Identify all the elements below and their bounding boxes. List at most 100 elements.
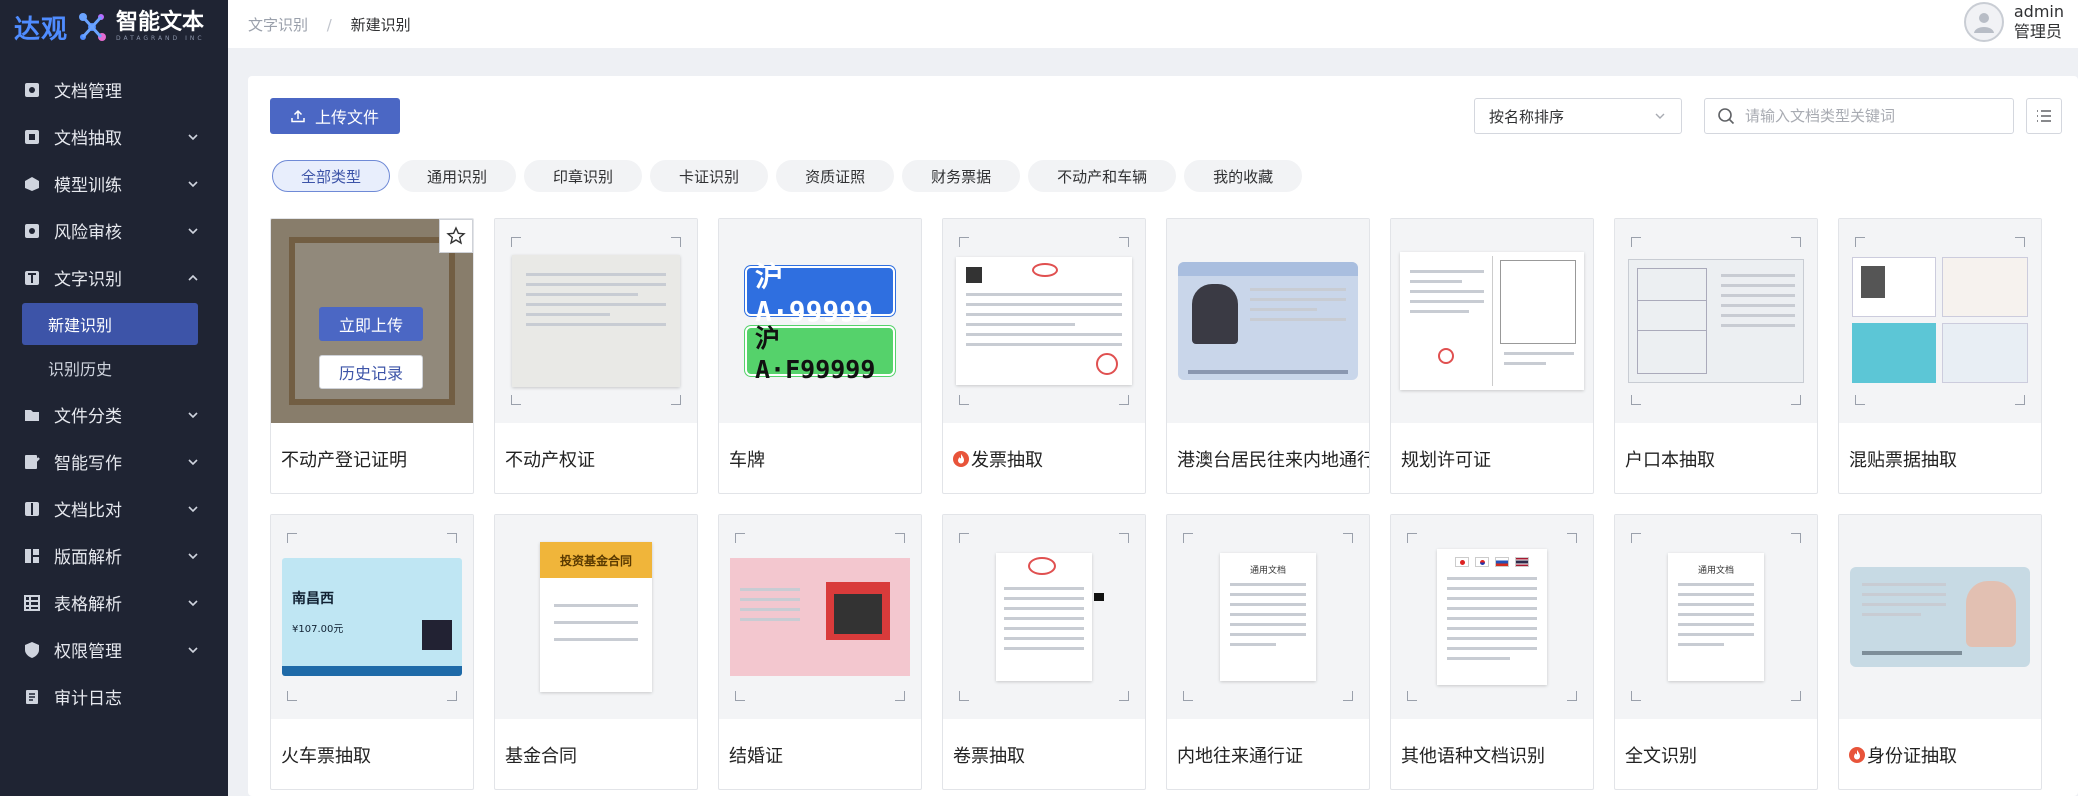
sidebar-item-label: 文字识别 — [54, 270, 122, 290]
doc-type-card[interactable]: 发票抽取 — [942, 218, 1146, 494]
logo-product: 智能文本 DATAGRAND INC — [116, 12, 205, 42]
tab-all-types[interactable]: 全部类型 — [272, 160, 391, 192]
tab-realestate-vehicle[interactable]: 不动产和车辆 — [1028, 160, 1177, 192]
doc-type-card[interactable]: 港澳台居民往来内地通行证 — [1166, 218, 1370, 494]
sidebar-item-doc-management[interactable]: 文档管理 — [0, 66, 228, 113]
doc-type-name: 不动产权证 — [505, 450, 595, 471]
sidebar-item-layout-parse[interactable]: 版面解析 — [0, 532, 228, 579]
sidebar-item-risk-audit[interactable]: 风险审核 — [0, 207, 228, 254]
thumbnail — [1615, 219, 1817, 423]
doc-type-card[interactable]: 不动产权证 — [494, 218, 698, 494]
shield-icon — [22, 640, 42, 660]
logo-product-sub: DATAGRAND INC — [116, 35, 205, 42]
breadcrumb-parent[interactable]: 文字识别 — [248, 16, 308, 34]
list-view-button[interactable] — [2026, 98, 2062, 134]
doc-type-card[interactable]: 投资基金合同 基金合同 — [494, 514, 698, 790]
sort-value: 按名称排序 — [1489, 107, 1565, 126]
doc-type-card[interactable]: 立即上传 历史记录 不动产登记证明 — [270, 218, 474, 494]
doc-type-name: 车牌 — [729, 450, 765, 471]
doc-type-card[interactable]: 混贴票据抽取 — [1838, 218, 2042, 494]
chevron-down-icon — [188, 227, 198, 234]
tab-license[interactable]: 资质证照 — [776, 160, 895, 192]
doc-type-name: 身份证抽取 — [1839, 719, 2041, 789]
doc-type-card[interactable]: 结婚证 — [718, 514, 922, 790]
sidebar-item-label: 权限管理 — [54, 642, 122, 662]
write-icon — [22, 452, 42, 472]
sidebar: 达观 智能文本 DATAGRAND INC 文档管理 文档抽取 模型训练 风险审… — [0, 0, 228, 796]
marriage-certificate-image — [730, 558, 910, 676]
tab-general[interactable]: 通用识别 — [398, 160, 517, 192]
doc-type-card[interactable]: 其他语种文档识别 — [1390, 514, 1594, 790]
sidebar-item-smart-writing[interactable]: 智能写作 — [0, 438, 228, 485]
upload-icon — [291, 109, 305, 123]
sidebar-item-table-parse[interactable]: 表格解析 — [0, 579, 228, 626]
general-doc-image: 通用文档 — [1220, 553, 1316, 681]
search-input[interactable] — [1745, 107, 2001, 125]
sidebar-item-label: 表格解析 — [54, 595, 122, 615]
doc-type-name: 火车票抽取 — [281, 746, 371, 767]
doc-type-card[interactable]: 南昌西 ¥107.00元 火车票抽取 — [270, 514, 474, 790]
logo[interactable]: 达观 智能文本 DATAGRAND INC — [0, 0, 228, 54]
doc-type-card[interactable]: 通用文档 全文识别 — [1614, 514, 1818, 790]
tab-card[interactable]: 卡证识别 — [650, 160, 769, 192]
layout-icon — [22, 546, 42, 566]
history-button[interactable]: 历史记录 — [319, 355, 423, 389]
doc-type-card[interactable]: 卷票抽取 — [942, 514, 1146, 790]
sidebar-item-doc-extract[interactable]: 文档抽取 — [0, 113, 228, 160]
chevron-down-icon — [188, 505, 198, 512]
certificate-image — [512, 255, 680, 387]
sidebar-subitem-recognition-history[interactable]: 识别历史 — [22, 347, 198, 389]
logo-brand: 达观 — [14, 14, 69, 45]
search-box[interactable] — [1704, 98, 2014, 134]
doc-type-name: 基金合同 — [505, 746, 577, 767]
multilingual-doc-image — [1437, 549, 1547, 685]
compare-icon — [22, 499, 42, 519]
sidebar-item-permission[interactable]: 权限管理 — [0, 626, 228, 673]
user-menu[interactable]: admin 管理员 — [1963, 2, 2064, 42]
upload-file-button[interactable]: 上传文件 — [270, 98, 400, 134]
general-doc-image: 通用文档 — [1668, 553, 1764, 681]
upload-now-button[interactable]: 立即上传 — [319, 307, 423, 341]
doc-type-name: 混贴票据抽取 — [1849, 450, 1957, 471]
thumbnail — [495, 219, 697, 423]
doc-type-name: 内地往来通行证 — [1177, 746, 1303, 767]
chevron-down-icon — [188, 646, 198, 653]
id-card-image — [1850, 567, 2030, 667]
thumbnail: 通用文档 — [1167, 515, 1369, 719]
breadcrumb-separator: / — [326, 16, 332, 34]
tab-favorites[interactable]: 我的收藏 — [1184, 160, 1303, 192]
doc-type-card[interactable]: 通用文档 内地往来通行证 — [1166, 514, 1370, 790]
sidebar-item-doc-compare[interactable]: 文档比对 — [0, 485, 228, 532]
sidebar-item-file-classify[interactable]: 文件分类 — [0, 391, 228, 438]
favorite-star-icon[interactable] — [439, 219, 473, 253]
doc-type-card[interactable]: 沪A·99999 沪A·F99999 车牌 — [718, 218, 922, 494]
doc-type-grid: 立即上传 历史记录 不动产登记证明 不动产权证 沪A·99999 沪A·F999… — [270, 218, 2042, 790]
doc-type-card[interactable]: 户口本抽取 — [1614, 218, 1818, 494]
user-role: 管理员 — [2013, 22, 2062, 41]
breadcrumb: 文字识别 / 新建识别 — [248, 14, 411, 35]
id-card-image — [1178, 262, 1358, 380]
doc-type-name: 规划许可证 — [1401, 450, 1491, 471]
doc-type-card[interactable]: 身份证抽取 — [1838, 514, 2042, 790]
sidebar-item-audit-log[interactable]: 审计日志 — [0, 673, 228, 720]
sidebar-nav: 文档管理 文档抽取 模型训练 风险审核 文字识别 新建识别 识别历史 文件分类 — [0, 66, 228, 720]
doc-type-name: 户口本抽取 — [1625, 450, 1715, 471]
sidebar-item-label: 文档管理 — [54, 82, 122, 102]
sidebar-subitem-new-recognition[interactable]: 新建识别 — [22, 303, 198, 345]
thumbnail: 立即上传 历史记录 — [271, 219, 473, 423]
tab-finance[interactable]: 财务票据 — [902, 160, 1021, 192]
avatar[interactable] — [1963, 2, 2004, 42]
sort-select[interactable]: 按名称排序 — [1474, 98, 1682, 134]
doc-type-name: 全文识别 — [1625, 746, 1697, 767]
sidebar-item-text-recognition[interactable]: 文字识别 — [0, 254, 228, 301]
chevron-up-icon — [188, 274, 198, 281]
tab-seal[interactable]: 印章识别 — [524, 160, 643, 192]
roll-ticket-image — [996, 553, 1104, 681]
upload-file-label: 上传文件 — [314, 108, 379, 127]
doc-type-card[interactable]: 规划许可证 — [1390, 218, 1594, 494]
user-info: admin 管理员 — [2014, 2, 2064, 42]
sidebar-item-model-training[interactable]: 模型训练 — [0, 160, 228, 207]
household-register-image — [1628, 259, 1804, 383]
cube-icon — [22, 174, 42, 194]
chevron-down-icon — [188, 552, 198, 559]
